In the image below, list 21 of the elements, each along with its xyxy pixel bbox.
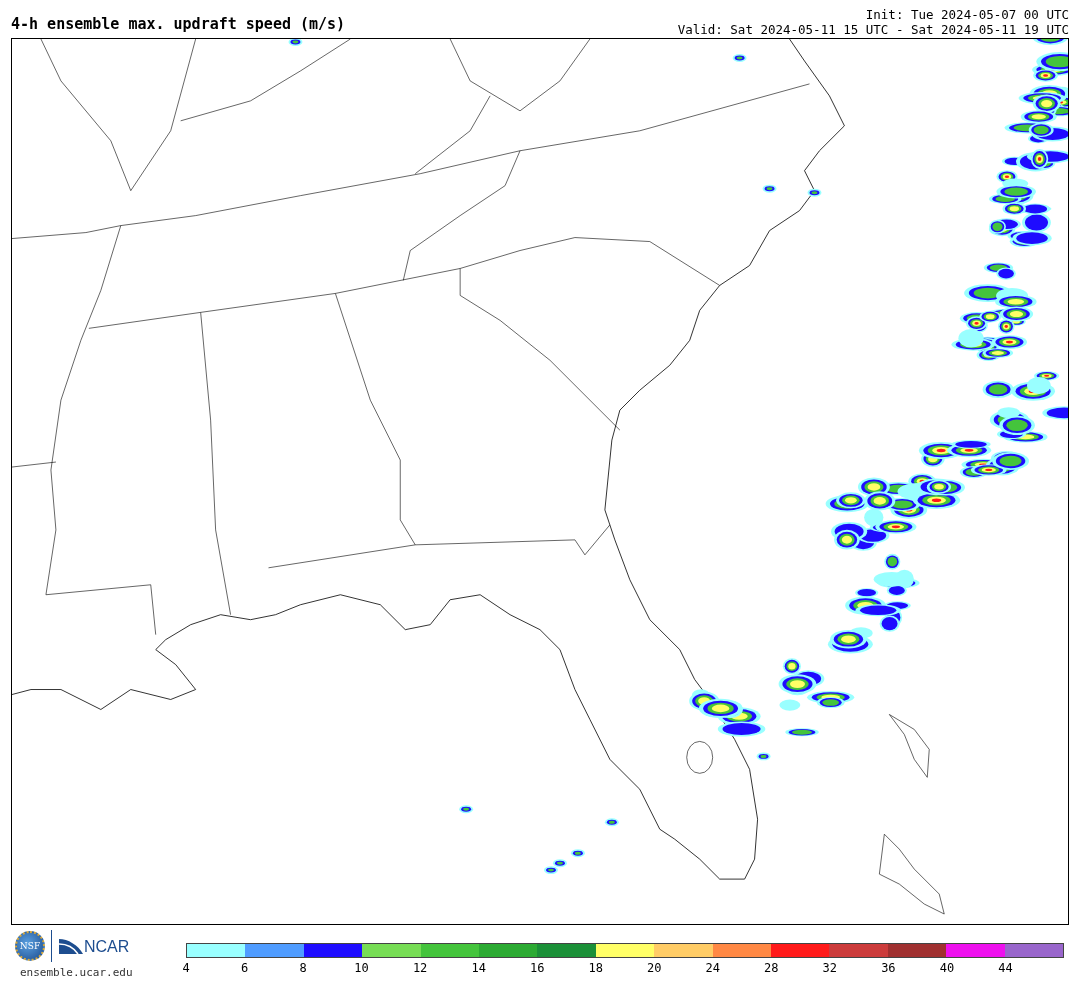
legend-tick-label: 10 <box>354 961 369 975</box>
legend-tick-label: 36 <box>881 961 896 975</box>
legend-tick-label: 14 <box>471 961 486 975</box>
website-url: ensemble.ucar.edu <box>20 966 134 979</box>
legend-tick-label: 6 <box>240 961 249 975</box>
legend-tick-label: 18 <box>588 961 603 975</box>
legend-tick-label: 44 <box>998 961 1013 975</box>
ncar-logo: NCAR <box>58 937 130 955</box>
init-time: Init: Tue 2024-05-07 00 UTC <box>865 7 1069 22</box>
legend-tick-label: 12 <box>412 961 428 975</box>
legend-tick-label: 8 <box>299 961 307 975</box>
legend-tick-label: 20 <box>647 961 662 975</box>
nsf-logo: NSF <box>15 931 45 961</box>
legend-tick-label: 32 <box>822 961 838 975</box>
legend-tick-label: 4 <box>182 961 190 975</box>
legend-tick-label: 24 <box>705 961 720 975</box>
legend-tick-label: 40 <box>939 961 955 975</box>
chart-title: 4-h ensemble max. updraft speed (m/s) <box>11 15 346 35</box>
legend-tick-label: 16 <box>529 961 545 975</box>
legend-tick-label: 28 <box>764 961 779 975</box>
valid-time: Valid: Sat 2024-05-11 15 UTC - Sat 2024-05-11 19 UTC <box>677 22 1069 37</box>
